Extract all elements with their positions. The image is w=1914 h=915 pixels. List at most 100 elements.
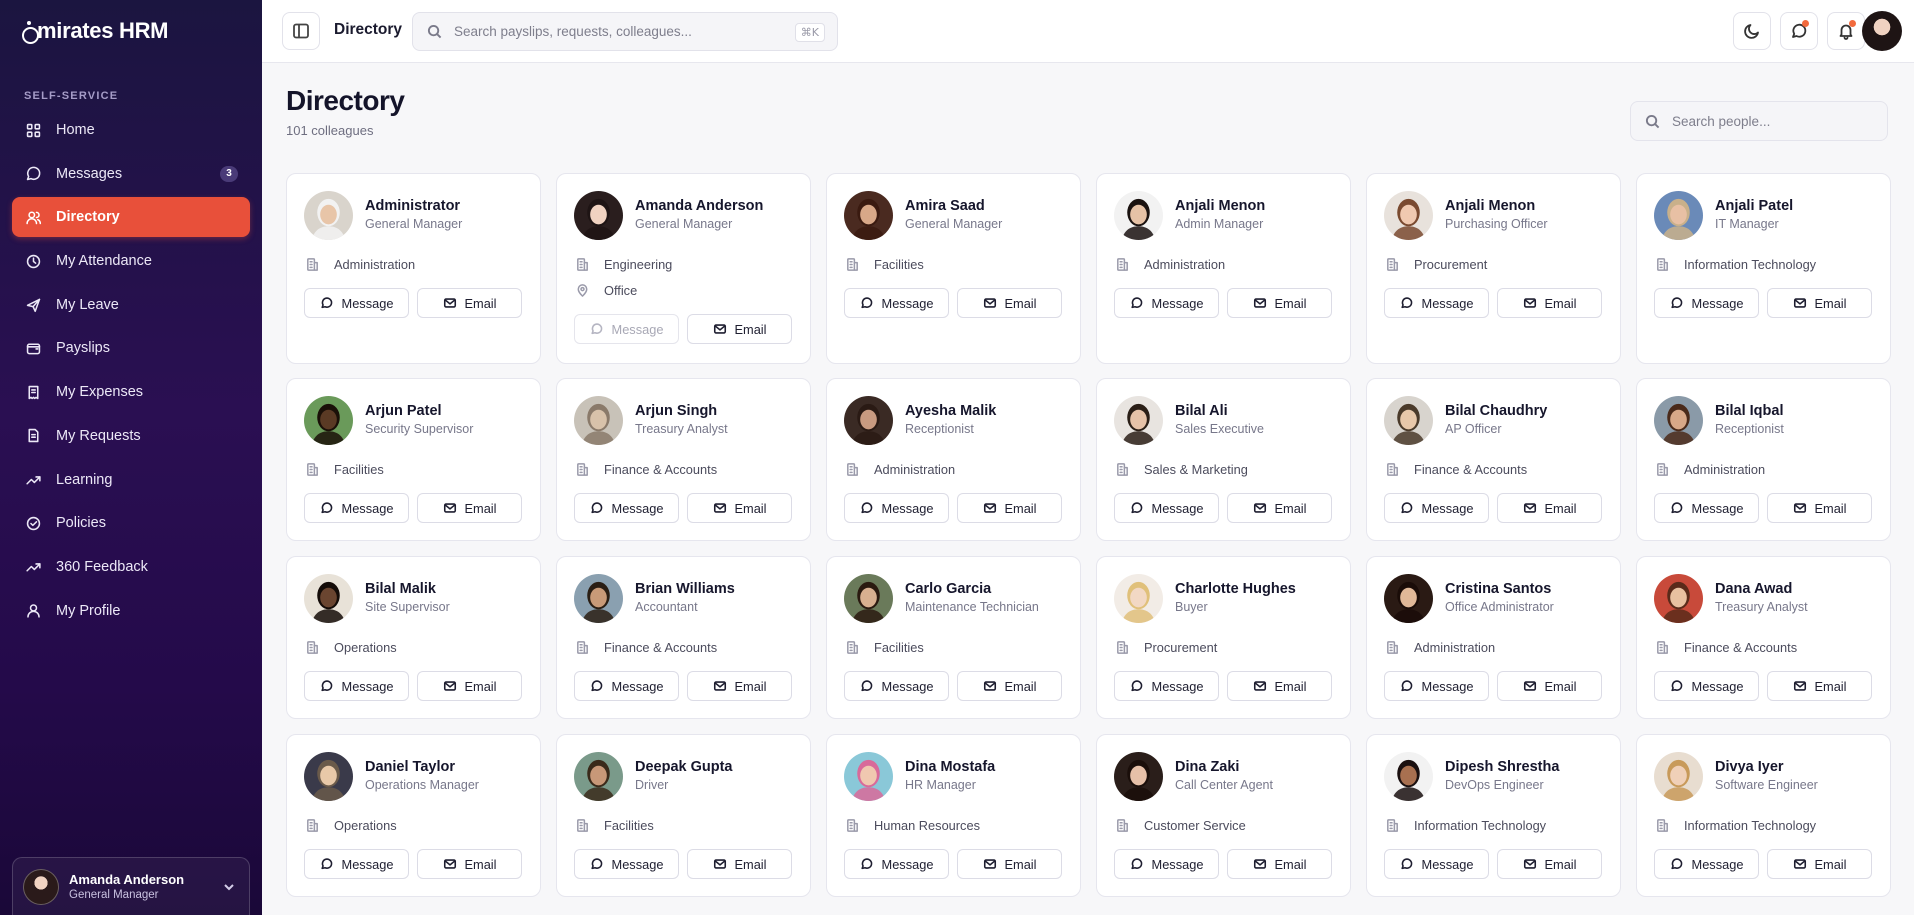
email-button[interactable]: Email <box>1227 493 1332 523</box>
sidebar-item-my-leave[interactable]: My Leave <box>12 285 250 325</box>
message-button[interactable]: Message <box>304 849 409 879</box>
person-card[interactable]: Dipesh Shrestha DevOps Engineer Informatio… <box>1366 734 1621 897</box>
message-button[interactable]: Message <box>574 493 679 523</box>
app-logo[interactable]: mirates HRM <box>20 18 168 44</box>
email-button[interactable]: Email <box>1497 493 1602 523</box>
person-card[interactable]: Anjali Menon Purchasing Officer Procuremen… <box>1366 173 1621 364</box>
message-button[interactable]: Message <box>1654 671 1759 701</box>
person-department: Engineering <box>575 255 672 273</box>
person-card[interactable]: Divya Iyer Software Engineer Information T… <box>1636 734 1891 897</box>
person-card[interactable]: Carlo Garcia Maintenance Technician Facili… <box>826 556 1081 719</box>
message-button[interactable]: Message <box>1384 671 1489 701</box>
message-button[interactable]: Message <box>1114 493 1219 523</box>
person-card[interactable]: Bilal Chaudhry AP Officer Finance & Accoun… <box>1366 378 1621 541</box>
message-button[interactable]: Message <box>1654 288 1759 318</box>
message-button[interactable]: Message <box>574 849 679 879</box>
email-button[interactable]: Email <box>1767 849 1872 879</box>
sidebar-item-my-expenses[interactable]: My Expenses <box>12 372 250 412</box>
email-button[interactable]: Email <box>687 314 792 344</box>
email-button[interactable]: Email <box>957 671 1062 701</box>
message-button[interactable]: Message <box>1114 671 1219 701</box>
message-button[interactable]: Message <box>304 671 409 701</box>
message-button[interactable]: Message <box>1114 288 1219 318</box>
person-card[interactable]: Bilal Malik Site Supervisor Operations Mess… <box>286 556 541 719</box>
person-card[interactable]: Brian Williams Accountant Finance & Accoun… <box>556 556 811 719</box>
global-search-input[interactable] <box>454 24 784 39</box>
email-button[interactable]: Email <box>1767 671 1872 701</box>
message-button[interactable]: Message <box>844 288 949 318</box>
message-button[interactable]: Message <box>1384 288 1489 318</box>
person-card[interactable]: Ayesha Malik Receptionist Administration Me… <box>826 378 1081 541</box>
person-card[interactable]: Bilal Ali Sales Executive Sales & Marketin… <box>1096 378 1351 541</box>
message-button[interactable]: Message <box>844 493 949 523</box>
people-search[interactable] <box>1630 101 1888 141</box>
message-button[interactable]: Message <box>574 671 679 701</box>
sidebar-item-policies[interactable]: Policies <box>12 503 250 543</box>
email-button[interactable]: Email <box>1227 671 1332 701</box>
person-card[interactable]: Anjali Patel IT Manager Information Techno… <box>1636 173 1891 364</box>
notifications-button[interactable] <box>1827 12 1865 50</box>
email-button[interactable]: Email <box>687 849 792 879</box>
building-icon <box>847 640 858 654</box>
person-card[interactable]: Arjun Patel Security Supervisor Facilities… <box>286 378 541 541</box>
email-button[interactable]: Email <box>687 493 792 523</box>
message-button[interactable]: Message <box>844 849 949 879</box>
email-button[interactable]: Email <box>1227 288 1332 318</box>
person-card[interactable]: Bilal Iqbal Receptionist Administration Mes… <box>1636 378 1891 541</box>
message-button[interactable]: Message <box>1654 493 1759 523</box>
message-button[interactable]: Message <box>304 288 409 318</box>
message-button[interactable]: Message <box>1654 849 1759 879</box>
profile-avatar[interactable] <box>1862 11 1902 51</box>
email-label: Email <box>1544 295 1577 311</box>
message-button[interactable]: Message <box>1114 849 1219 879</box>
theme-toggle-button[interactable] <box>1733 12 1771 50</box>
messages-button[interactable] <box>1780 12 1818 50</box>
sidebar-item-home[interactable]: Home <box>12 110 250 150</box>
email-button[interactable]: Email <box>1497 671 1602 701</box>
person-card[interactable]: Dina Zaki Call Center Agent Customer Servi… <box>1096 734 1351 897</box>
person-card[interactable]: Amira Saad General Manager Facilities Messa… <box>826 173 1081 364</box>
message-button[interactable]: Message <box>1384 493 1489 523</box>
email-button[interactable]: Email <box>957 288 1062 318</box>
sidebar-item-payslips[interactable]: Payslips <box>12 328 250 368</box>
person-card[interactable]: Deepak Gupta Driver Facilities Message Email <box>556 734 811 897</box>
sidebar-toggle-button[interactable] <box>282 12 320 50</box>
person-role: Driver <box>635 778 669 792</box>
email-button[interactable]: Email <box>957 493 1062 523</box>
sidebar-item-my-profile[interactable]: My Profile <box>12 591 250 631</box>
message-button[interactable]: Message <box>844 671 949 701</box>
message-button[interactable]: Message <box>1384 849 1489 879</box>
person-card[interactable]: Dina Mostafa HR Manager Human Resources Mes… <box>826 734 1081 897</box>
sidebar-item-directory[interactable]: Directory <box>12 197 250 238</box>
people-search-input[interactable] <box>1672 113 1872 129</box>
message-button[interactable]: Message <box>304 493 409 523</box>
global-search[interactable]: ⌘K <box>412 12 838 51</box>
sidebar-item-my-requests[interactable]: My Requests <box>12 416 250 456</box>
sidebar-item-my-attendance[interactable]: My Attendance <box>12 241 250 281</box>
user-menu[interactable]: Amanda Anderson General Manager <box>12 857 250 915</box>
person-card[interactable]: Daniel Taylor Operations Manager Operation… <box>286 734 541 897</box>
email-button[interactable]: Email <box>1497 849 1602 879</box>
person-card[interactable]: Arjun Singh Treasury Analyst Finance & Acc… <box>556 378 811 541</box>
email-button[interactable]: Email <box>1767 493 1872 523</box>
email-button[interactable]: Email <box>1497 288 1602 318</box>
sidebar-item-messages[interactable]: Messages 3 <box>12 154 250 194</box>
person-card[interactable]: Cristina Santos Office Administrator Admin… <box>1366 556 1621 719</box>
email-button[interactable]: Email <box>417 849 522 879</box>
email-button[interactable]: Email <box>1767 288 1872 318</box>
email-button[interactable]: Email <box>417 493 522 523</box>
person-role: General Manager <box>635 217 733 231</box>
person-card[interactable]: Amanda Anderson General Manager Engineerin… <box>556 173 811 364</box>
email-button[interactable]: Email <box>957 849 1062 879</box>
email-button[interactable]: Email <box>687 671 792 701</box>
person-card[interactable]: Anjali Menon Admin Manager Administration M… <box>1096 173 1351 364</box>
email-button[interactable]: Email <box>1227 849 1332 879</box>
person-department: Administration <box>845 460 955 478</box>
email-button[interactable]: Email <box>417 288 522 318</box>
email-button[interactable]: Email <box>417 671 522 701</box>
person-card[interactable]: Charlotte Hughes Buyer Procurement Message E… <box>1096 556 1351 719</box>
person-card[interactable]: Administrator General Manager Administrati… <box>286 173 541 364</box>
sidebar-item-learning[interactable]: Learning <box>12 460 250 500</box>
person-card[interactable]: Dana Awad Treasury Analyst Finance & Accou… <box>1636 556 1891 719</box>
sidebar-item-360-feedback[interactable]: 360 Feedback <box>12 547 250 587</box>
